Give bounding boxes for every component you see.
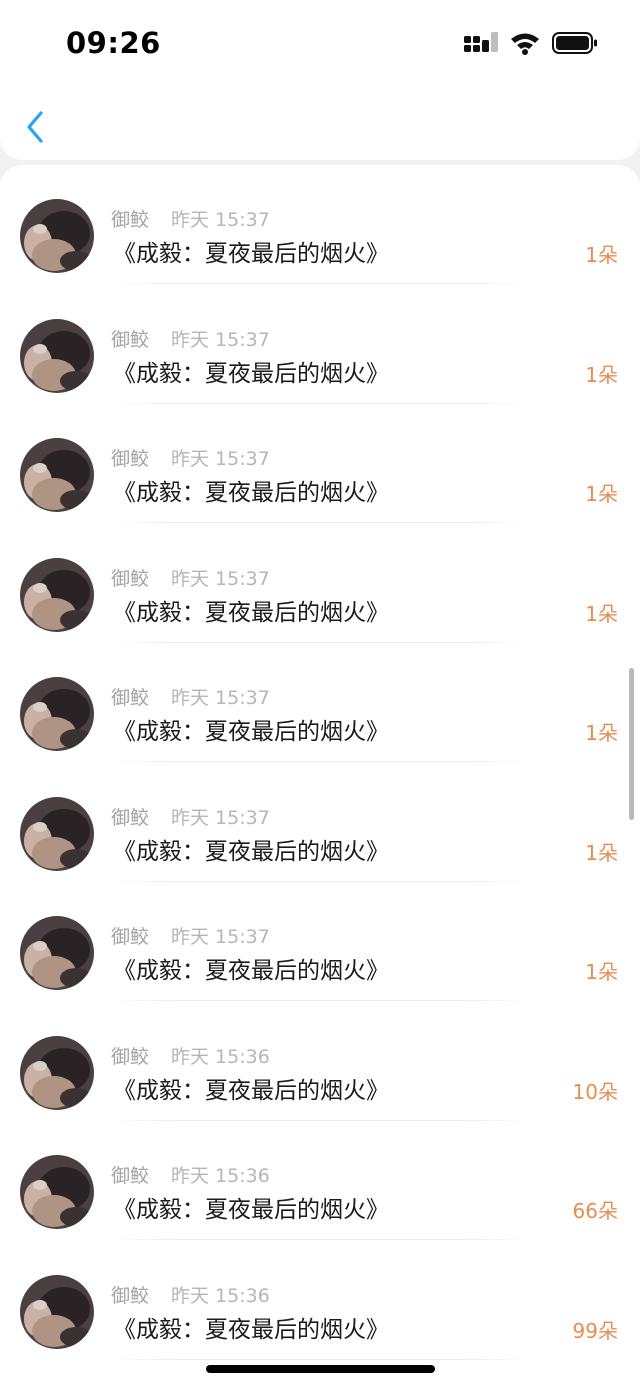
work-title: 《成毅：夏夜最后的烟火》 [113, 1197, 389, 1223]
avatar[interactable] [20, 438, 94, 512]
sent-time: 昨天 15:36 [171, 1165, 270, 1187]
chevron-left-icon [27, 111, 43, 143]
work-title: 《成毅：夏夜最后的烟火》 [113, 1077, 389, 1104]
gift-count: 1朵 [585, 362, 618, 387]
status-time: 09:26 [66, 26, 161, 60]
gift-count: 66朵 [572, 1199, 618, 1223]
gift-count: 1朵 [585, 960, 618, 984]
avatar-photo [20, 1155, 94, 1229]
avatar[interactable] [20, 1035, 94, 1110]
avatar[interactable] [20, 677, 94, 751]
avatar[interactable] [20, 916, 94, 990]
avatar-photo [20, 557, 94, 632]
list-item[interactable]: 御鲛 昨天 15:36 《成毅：夏夜最后的烟火》 10朵 [0, 1002, 640, 1121]
gift-count: 1朵 [585, 840, 618, 865]
sent-time: 昨天 15:36 [171, 1045, 270, 1068]
list-item[interactable]: 御鲛 昨天 15:37 《成毅：夏夜最后的烟火》 1朵 [0, 643, 640, 762]
gift-count: 10朵 [572, 1079, 618, 1104]
scrollbar[interactable] [629, 668, 634, 820]
sender-name: 御鲛 [111, 328, 150, 351]
divider [110, 1358, 530, 1360]
sent-time: 昨天 15:37 [171, 567, 270, 590]
sent-time: 昨天 15:37 [171, 806, 270, 829]
gift-count: 1朵 [585, 482, 618, 506]
gift-count: 1朵 [585, 243, 618, 267]
avatar[interactable] [20, 796, 94, 871]
list-item[interactable]: 御鲛 昨天 15:37 《成毅：夏夜最后的烟火》 1朵 [0, 165, 640, 284]
status-icons [464, 30, 598, 56]
work-title: 《成毅：夏夜最后的烟火》 [113, 719, 389, 745]
sender-name: 御鲛 [111, 687, 150, 709]
cellular-signal-icon [464, 32, 498, 52]
back-button[interactable] [20, 108, 50, 146]
sender-name: 御鲛 [111, 806, 150, 829]
gift-count: 1朵 [585, 601, 618, 626]
top-bar: 09:26 [0, 0, 640, 160]
sender-name: 御鲛 [111, 1165, 150, 1187]
list-item[interactable]: 御鲛 昨天 15:37 《成毅：夏夜最后的烟火》 1朵 [0, 524, 640, 643]
gift-list[interactable]: 御鲛 昨天 15:37 《成毅：夏夜最后的烟火》 1朵 御鲛 昨天 15:37 … [0, 165, 640, 1387]
wifi-icon [511, 33, 539, 55]
avatar-photo [20, 318, 94, 393]
list-item[interactable]: 御鲛 昨天 15:36 《成毅：夏夜最后的烟火》 99朵 [0, 1241, 640, 1360]
battery-icon [552, 32, 597, 54]
avatar[interactable] [20, 1155, 94, 1229]
sent-time: 昨天 15:37 [171, 926, 270, 948]
avatar[interactable] [20, 557, 94, 632]
work-title: 《成毅：夏夜最后的烟火》 [113, 360, 389, 387]
sender-name: 御鲛 [111, 926, 150, 948]
sender-name: 御鲛 [111, 567, 150, 590]
list-item[interactable]: 御鲛 昨天 15:36 《成毅：夏夜最后的烟火》 66朵 [0, 1121, 640, 1240]
sender-name: 御鲛 [111, 1284, 150, 1307]
work-title: 《成毅：夏夜最后的烟火》 [113, 599, 389, 626]
avatar[interactable] [20, 1274, 94, 1349]
sender-name: 御鲛 [111, 1045, 150, 1068]
list-item[interactable]: 御鲛 昨天 15:37 《成毅：夏夜最后的烟火》 1朵 [0, 882, 640, 1001]
avatar-photo [20, 199, 94, 273]
sent-time: 昨天 15:36 [171, 1284, 270, 1307]
gift-count: 99朵 [572, 1318, 618, 1343]
avatar-photo [20, 1035, 94, 1110]
list-item[interactable]: 御鲛 昨天 15:37 《成毅：夏夜最后的烟火》 1朵 [0, 763, 640, 882]
sender-name: 御鲛 [111, 209, 150, 231]
work-title: 《成毅：夏夜最后的烟火》 [113, 958, 389, 984]
avatar-photo [20, 916, 94, 990]
sent-time: 昨天 15:37 [171, 448, 270, 470]
avatar-photo [20, 796, 94, 871]
work-title: 《成毅：夏夜最后的烟火》 [113, 1316, 389, 1343]
sent-time: 昨天 15:37 [171, 328, 270, 351]
avatar[interactable] [20, 199, 94, 273]
avatar-photo [20, 677, 94, 751]
sent-time: 昨天 15:37 [171, 687, 270, 709]
avatar-photo [20, 438, 94, 512]
gift-count: 1朵 [585, 721, 618, 745]
sender-name: 御鲛 [111, 448, 150, 470]
work-title: 《成毅：夏夜最后的烟火》 [113, 241, 389, 267]
sent-time: 昨天 15:37 [171, 209, 270, 231]
avatar-photo [20, 1274, 94, 1349]
avatar[interactable] [20, 318, 94, 393]
list-item[interactable]: 御鲛 昨天 15:37 《成毅：夏夜最后的烟火》 1朵 [0, 285, 640, 404]
work-title: 《成毅：夏夜最后的烟火》 [113, 480, 389, 506]
list-item[interactable]: 御鲛 昨天 15:37 《成毅：夏夜最后的烟火》 1朵 [0, 404, 640, 523]
home-indicator[interactable] [206, 1365, 435, 1373]
work-title: 《成毅：夏夜最后的烟火》 [113, 838, 389, 865]
